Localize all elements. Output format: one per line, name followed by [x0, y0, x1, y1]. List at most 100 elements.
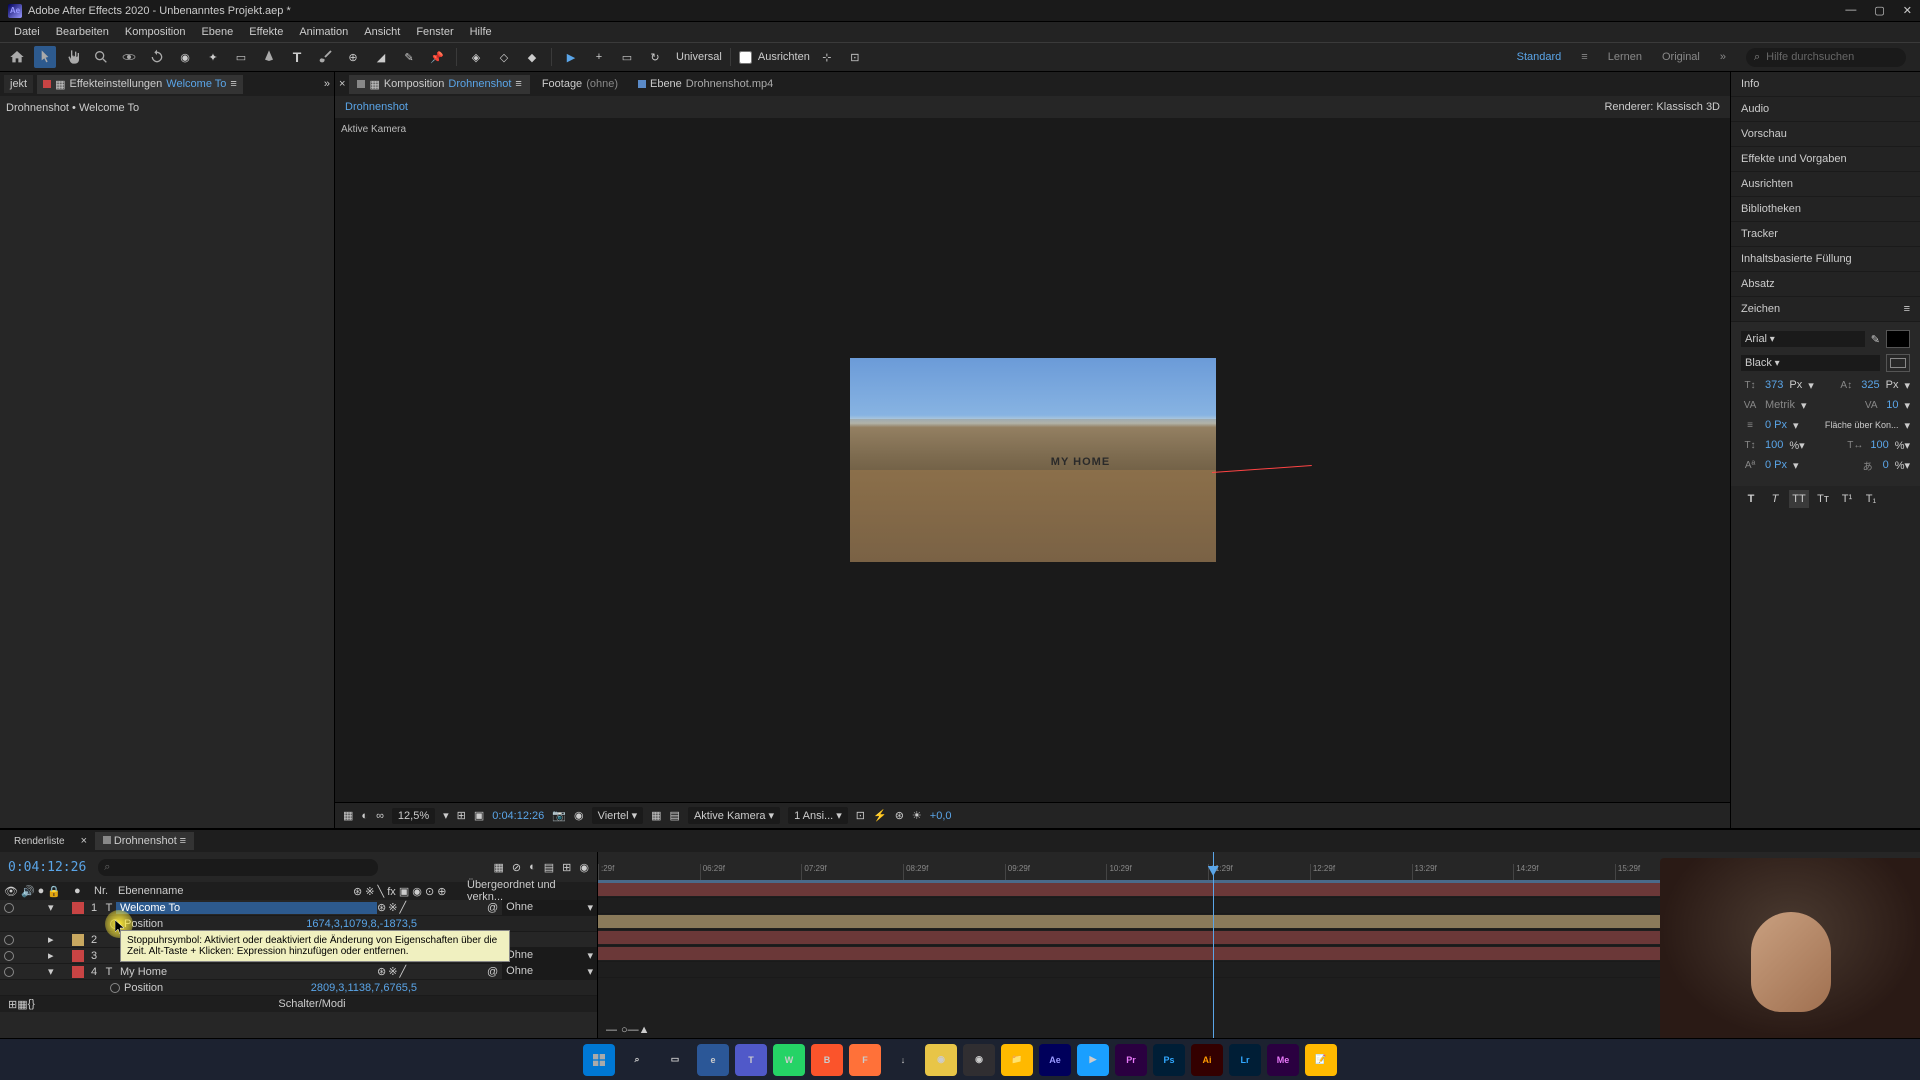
- photoshop-icon[interactable]: Ps: [1153, 1044, 1185, 1076]
- render-queue-tab[interactable]: Renderliste: [6, 833, 73, 850]
- parent-dropdown[interactable]: Ohne▾: [502, 900, 597, 915]
- layer-label-color[interactable]: [72, 966, 84, 978]
- puppet-tool[interactable]: 📌: [426, 46, 448, 68]
- menu-datei[interactable]: Datei: [6, 24, 48, 40]
- vc-exposure-icon[interactable]: ☀: [912, 809, 922, 822]
- add-icon[interactable]: +: [588, 46, 610, 68]
- switches-modes-toggle[interactable]: Schalter/Modi: [278, 998, 345, 1010]
- brave-icon[interactable]: B: [811, 1044, 843, 1076]
- play-icon[interactable]: ▶: [560, 46, 582, 68]
- comp-breadcrumb[interactable]: Drohnenshot: [345, 101, 408, 113]
- zoom-dropdown[interactable]: 12,5%: [392, 808, 435, 824]
- vc-mask-icon[interactable]: ◐: [361, 810, 368, 822]
- align-panel-header[interactable]: Ausrichten: [1731, 172, 1920, 197]
- eraser-tool[interactable]: ◢: [370, 46, 392, 68]
- downloads-icon[interactable]: ↓: [887, 1044, 919, 1076]
- menu-fenster[interactable]: Fenster: [408, 24, 461, 40]
- layer-row-2[interactable]: Stoppuhrsymbol: Aktiviert oder deaktivie…: [0, 932, 597, 948]
- current-timecode[interactable]: 0:04:12:26: [8, 860, 86, 875]
- tsume-input[interactable]: 0: [1883, 459, 1889, 471]
- menu-animation[interactable]: Animation: [291, 24, 356, 40]
- camera-dropdown[interactable]: Aktive Kamera ▾: [688, 807, 780, 824]
- playhead[interactable]: [1213, 852, 1214, 1038]
- tl-comp-icon[interactable]: ▦: [493, 861, 503, 874]
- allcaps-button[interactable]: TT: [1789, 490, 1809, 508]
- visibility-toggle[interactable]: [4, 951, 14, 961]
- italic-button[interactable]: T: [1765, 490, 1785, 508]
- explorer-icon[interactable]: 📁: [1001, 1044, 1033, 1076]
- visibility-toggle[interactable]: [4, 935, 14, 945]
- rotate-tool[interactable]: [146, 46, 168, 68]
- tl-render-icon[interactable]: ◉: [579, 861, 589, 874]
- fill-color-swatch[interactable]: [1886, 330, 1910, 348]
- view-axis-icon[interactable]: ◆: [521, 46, 543, 68]
- panel-overflow-icon[interactable]: »: [324, 78, 330, 90]
- visibility-toggle[interactable]: [4, 903, 14, 913]
- tl-chart-icon[interactable]: ⊞: [562, 861, 571, 874]
- hand-tool[interactable]: [62, 46, 84, 68]
- close-button[interactable]: ✕: [1903, 4, 1912, 17]
- selection-tool[interactable]: [34, 46, 56, 68]
- timeline-comp-tab[interactable]: Drohnenshot ≡: [95, 832, 194, 850]
- lightroom-icon[interactable]: Lr: [1229, 1044, 1261, 1076]
- twirl-icon[interactable]: ▸: [48, 933, 54, 946]
- layer-row-1[interactable]: ▾ 1 T Welcome To ⊛※╱ @Ohne▾: [0, 900, 597, 916]
- help-search[interactable]: ⌕ Hilfe durchsuchen: [1746, 48, 1906, 67]
- quality-dropdown[interactable]: Viertel ▾: [592, 807, 644, 824]
- solo-column-icon[interactable]: ●: [38, 885, 45, 898]
- vc-safe-icon[interactable]: ▣: [474, 809, 484, 822]
- nr-column[interactable]: Nr.: [94, 885, 114, 897]
- lock-column-icon[interactable]: 🔒: [47, 885, 61, 898]
- visibility-toggle[interactable]: [4, 967, 14, 977]
- views-dropdown[interactable]: 1 Ansi... ▾: [788, 807, 848, 824]
- stopwatch-button[interactable]: [110, 983, 120, 993]
- workspace-more-icon[interactable]: »: [1720, 51, 1726, 63]
- content-fill-header[interactable]: Inhaltsbasierte Füllung: [1731, 247, 1920, 272]
- vc-fast-icon[interactable]: ⚡: [873, 809, 887, 822]
- zoom-out-icon[interactable]: —: [606, 1024, 617, 1036]
- vc-snapshot-icon[interactable]: 📷: [552, 809, 566, 822]
- clipchamp-icon[interactable]: ▶: [1077, 1044, 1109, 1076]
- tracking-input[interactable]: 10: [1886, 399, 1898, 411]
- comp-tab-close-icon[interactable]: ×: [339, 78, 345, 90]
- vc-grid-icon[interactable]: ▦: [343, 809, 353, 822]
- switches-column[interactable]: ⊛ ※ ╲ fx ▣ ◉ ⊙ ⊕: [353, 885, 463, 898]
- ausrichten-checkbox[interactable]: [739, 51, 752, 64]
- vc-exposure-value[interactable]: +0,0: [930, 810, 952, 822]
- search-taskbar-icon[interactable]: ⌕: [621, 1044, 653, 1076]
- font-style-dropdown[interactable]: Black ▾: [1741, 355, 1880, 371]
- vc-3d-icon[interactable]: ▦: [651, 809, 661, 822]
- bold-button[interactable]: T: [1741, 490, 1761, 508]
- composition-viewer[interactable]: Aktive Kamera MY HOME: [335, 118, 1730, 802]
- subscript-button[interactable]: T₁: [1861, 490, 1881, 508]
- menu-bearbeiten[interactable]: Bearbeiten: [48, 24, 117, 40]
- minimize-button[interactable]: —: [1845, 4, 1856, 17]
- visibility-column-icon[interactable]: 👁: [4, 885, 18, 898]
- tab-menu-icon[interactable]: ≡: [230, 78, 236, 90]
- premiere-icon[interactable]: Pr: [1115, 1044, 1147, 1076]
- teams-icon[interactable]: T: [735, 1044, 767, 1076]
- font-family-dropdown[interactable]: Arial ▾: [1741, 331, 1865, 347]
- twirl-icon[interactable]: ▸: [48, 949, 54, 962]
- obs-icon[interactable]: ◉: [963, 1044, 995, 1076]
- pickwhip-icon[interactable]: @: [487, 902, 498, 914]
- layer-row-4[interactable]: ▾ 4 T My Home ⊛※╱ @Ohne▾: [0, 964, 597, 980]
- anchor-tool[interactable]: ✦: [202, 46, 224, 68]
- layer-label-color[interactable]: [72, 902, 84, 914]
- workspace-standard[interactable]: Standard: [1517, 51, 1562, 63]
- zoom-tool[interactable]: [90, 46, 112, 68]
- media-encoder-icon[interactable]: Me: [1267, 1044, 1299, 1076]
- position-value[interactable]: 1674,3,1079,8,-1873,5: [306, 918, 597, 930]
- snap-icon[interactable]: ⊹: [816, 46, 838, 68]
- baseline-input[interactable]: 0 Px: [1765, 459, 1787, 471]
- menu-effekte[interactable]: Effekte: [241, 24, 291, 40]
- vc-timecode[interactable]: 0:04:12:26: [492, 810, 544, 822]
- layer-label-color[interactable]: [72, 950, 84, 962]
- menu-ebene[interactable]: Ebene: [193, 24, 241, 40]
- menu-komposition[interactable]: Komposition: [117, 24, 194, 40]
- after-effects-icon[interactable]: Ae: [1039, 1044, 1071, 1076]
- clone-tool[interactable]: ⊕: [342, 46, 364, 68]
- layer-4-position-row[interactable]: Position 2809,3,1138,7,6765,5: [0, 980, 597, 996]
- footage-tab[interactable]: Footage (ohne): [534, 75, 626, 93]
- firefox-icon[interactable]: F: [849, 1044, 881, 1076]
